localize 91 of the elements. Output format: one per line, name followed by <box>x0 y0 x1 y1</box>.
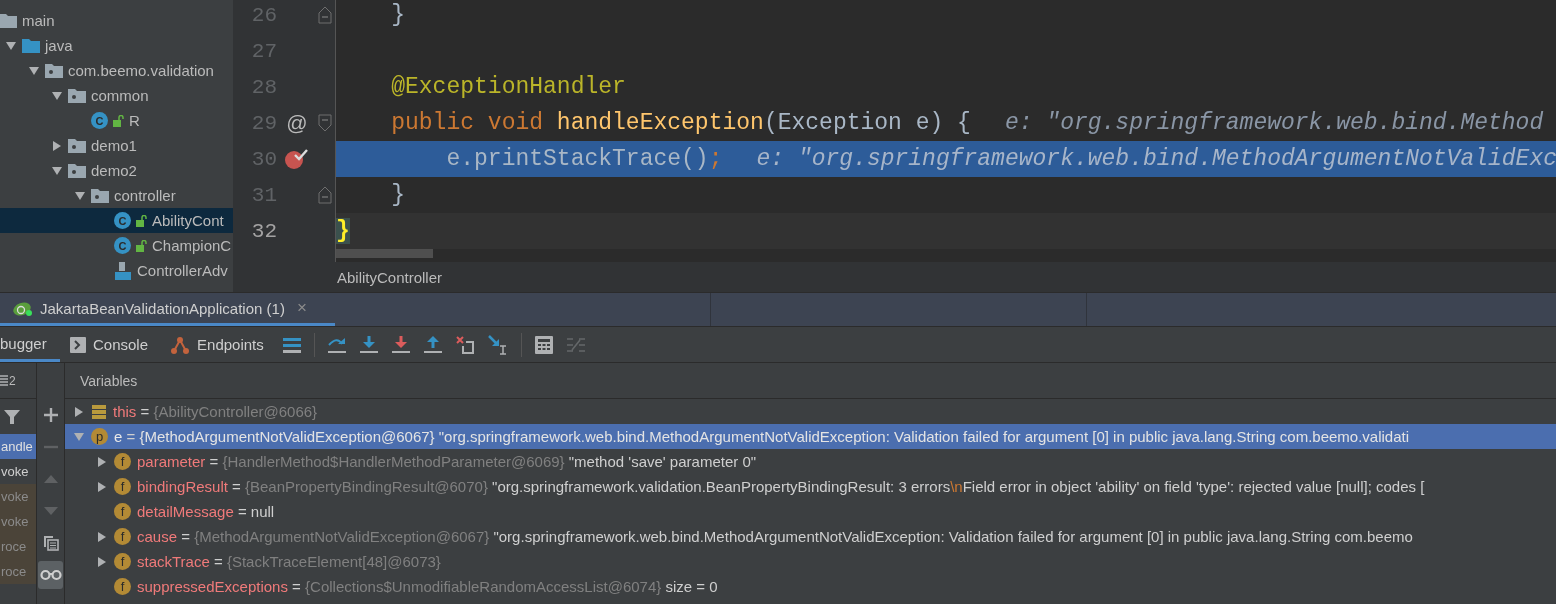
package-folder-icon <box>68 138 86 153</box>
debug-tab[interactable]: Console <box>60 327 161 362</box>
package-folder-icon <box>45 63 63 78</box>
tree-item[interactable]: common <box>0 83 233 108</box>
frame-item[interactable]: roce <box>0 534 36 559</box>
tree-item[interactable]: C AbilityCont <box>0 208 233 233</box>
lock-icon <box>136 239 147 252</box>
class-icon: C <box>114 212 131 229</box>
code-text: } <box>336 218 350 244</box>
fold-marker-icon[interactable] <box>318 114 332 132</box>
frame-count: 2 <box>9 373 16 388</box>
code-text: e.printStackTrace(); <box>445 146 723 172</box>
java-file-icon <box>114 261 132 280</box>
class-icon: C <box>114 237 131 254</box>
expanded-arrow-icon[interactable] <box>28 64 40 77</box>
code-text: @ExceptionHandler <box>390 74 626 100</box>
class-icon: C <box>91 112 108 129</box>
tree-item[interactable]: controller <box>0 183 233 208</box>
collapsed-arrow-icon[interactable] <box>51 139 63 152</box>
collapsed-arrow-icon[interactable] <box>96 555 108 568</box>
tree-item[interactable]: demo1 <box>0 133 233 158</box>
variable-row[interactable]: f suppressedExceptions = {Collections$UnmodifiableRandomAccessList@6074} size = 0 <box>65 574 1556 599</box>
drop-frame-icon[interactable] <box>455 335 474 354</box>
fold-marker-icon[interactable] <box>318 6 332 24</box>
expanded-arrow-icon[interactable] <box>51 164 63 177</box>
tree-item[interactable]: C ChampionC <box>0 233 233 258</box>
field-icon: f <box>114 578 131 595</box>
code-text: public void handleException(Exception e) { <box>390 110 971 136</box>
run-to-cursor-icon[interactable] <box>487 334 508 355</box>
field-icon: f <box>114 478 131 495</box>
at-sign-icon[interactable]: @ <box>286 111 308 135</box>
field-icon: f <box>114 503 131 520</box>
inlay-hint: e: "org.springframework.web.bind.MethodArgumentNotValidExc <box>756 146 1556 172</box>
collapsed-arrow-icon[interactable] <box>96 480 108 493</box>
tree-item[interactable]: C R <box>0 108 233 133</box>
expanded-arrow-icon[interactable] <box>51 89 63 102</box>
variable-row[interactable]: f parameter = {HandlerMethod$HandlerMethodParameter@6069} "method 'save' parameter 0" <box>65 449 1556 474</box>
field-icon: f <box>114 553 131 570</box>
force-step-into-icon[interactable] <box>391 335 410 354</box>
console-icon <box>70 336 86 353</box>
debug-tab[interactable]: Endpoints <box>160 327 276 362</box>
calculator-icon[interactable] <box>534 335 553 354</box>
step-into-icon[interactable] <box>359 335 378 354</box>
expanded-arrow-icon[interactable] <box>5 39 17 52</box>
close-icon[interactable]: × <box>296 298 307 318</box>
frame-item[interactable]: voke <box>0 484 36 509</box>
code-text: } <box>390 2 405 28</box>
tree-item[interactable]: demo2 <box>0 158 233 183</box>
step-out-icon[interactable] <box>423 335 442 354</box>
inlay-hint: e: "org.springframework.web.bind.Method <box>1004 110 1544 136</box>
variable-row[interactable]: p e = {MethodArgumentNotValidException@6067} "org.springframework.web.bind.MethodArgumentNotValidException: Validation failed for argument [0] in public java.lang.String com.beemo.validati <box>65 424 1556 449</box>
folder-icon <box>22 38 40 53</box>
collapsed-arrow-icon[interactable] <box>96 455 108 468</box>
step-over-icon[interactable] <box>327 335 346 354</box>
package-folder-icon <box>68 163 86 178</box>
filter-icon[interactable] <box>4 408 20 425</box>
variable-row[interactable]: f stackTrace = {StackTraceElement[48]@6073} <box>65 549 1556 574</box>
breakpoint-icon[interactable] <box>285 148 309 170</box>
variable-row[interactable]: f bindingResult = {BeanPropertyBindingResult@6070} "org.springframework.validation.BeanPropertyBindingResult: 3 errors\nField error in object 'ability' on field 'type': rejected value [null]; codes [ <box>65 474 1556 499</box>
stack-icon <box>91 403 107 420</box>
collapsed-arrow-icon[interactable] <box>96 530 108 543</box>
line-number: 32 <box>250 219 277 243</box>
tree-item[interactable]: main <box>0 8 233 33</box>
collapsed-arrow-icon[interactable] <box>73 405 85 418</box>
lock-icon <box>136 214 147 227</box>
frame-item[interactable]: andle <box>0 434 36 459</box>
package-folder-icon <box>91 188 109 203</box>
lock-icon <box>113 114 124 127</box>
tree-item[interactable]: java <box>0 33 233 58</box>
panel-title: Variables <box>80 372 138 389</box>
package-folder-icon <box>68 88 86 103</box>
expanded-arrow-icon[interactable] <box>74 189 86 202</box>
scrollbar[interactable] <box>336 249 433 258</box>
frame-item[interactable]: voke <box>0 459 36 484</box>
fold-marker-icon[interactable] <box>318 186 332 204</box>
breadcrumb[interactable]: AbilityController <box>337 268 443 286</box>
tree-item[interactable]: ControllerAdv <box>0 258 233 283</box>
variable-row[interactable]: f detailMessage = null <box>65 499 1556 524</box>
variable-row[interactable]: f cause = {MethodArgumentNotValidException@6067} "org.springframework.web.bind.MethodArgumentNotValidException: Validation failed for argument [0] in public java.lang.String com.beemo <box>65 524 1556 549</box>
code-text: } <box>390 182 405 208</box>
glasses-icon[interactable] <box>38 561 63 589</box>
parameter-icon: p <box>91 428 108 445</box>
variable-row[interactable]: this = {AbilityController@6066} <box>65 399 1556 424</box>
tree-item[interactable]: com.beemo.validation <box>0 58 233 83</box>
frame-item[interactable]: voke <box>0 509 36 534</box>
menu-icon[interactable] <box>282 336 301 353</box>
frame-item[interactable]: roce <box>0 559 36 584</box>
field-icon: f <box>114 528 131 545</box>
endpoints-icon <box>170 334 191 355</box>
field-icon: f <box>114 453 131 470</box>
folder-icon <box>0 13 17 28</box>
